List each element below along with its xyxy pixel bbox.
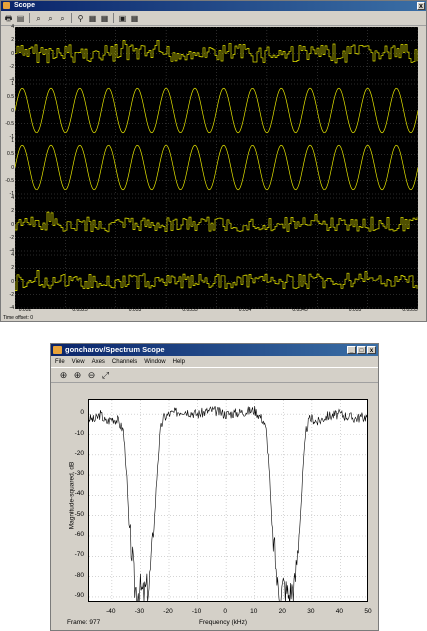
scope-titlebar: Scope x xyxy=(1,1,426,11)
spectrum-xtick-label: 20 xyxy=(278,608,286,615)
maximize-button[interactable]: □ xyxy=(357,346,366,354)
spectrum-title: goncharov/Spectrum Scope xyxy=(65,345,165,354)
spectrum-x-axis-label: Frequency (kHz) xyxy=(199,619,248,626)
scope-ytick-label: -0.5 xyxy=(5,177,14,184)
scope-xtick-label: 0.0545 xyxy=(292,307,308,313)
close-button[interactable]: x xyxy=(367,346,376,354)
toolbar-separator xyxy=(113,13,114,23)
scope-panel xyxy=(15,140,418,195)
zoom-y-icon[interactable]: ⊖ xyxy=(86,370,97,381)
scope-ytick-label: 0.5 xyxy=(7,151,14,158)
scope-ytick-label: 2 xyxy=(11,265,14,272)
scope-ytick-label: -4 xyxy=(9,305,14,311)
menu-channels[interactable]: Channels xyxy=(112,359,137,365)
scope-ytick-label: 0 xyxy=(11,221,14,228)
scope-panel xyxy=(15,83,418,138)
spectrum-xtick-label: 40 xyxy=(335,608,344,615)
menu-file[interactable]: File xyxy=(55,359,65,365)
print-icon[interactable]: 🖶 xyxy=(3,13,14,24)
scope-ytick-label: 4 xyxy=(11,252,14,258)
scope-ytick-label: -2 xyxy=(9,291,14,298)
full-view-icon[interactable]: ⤢ xyxy=(100,370,111,381)
scope-xtick-label: 0.052 xyxy=(18,307,32,313)
scope-plots xyxy=(15,27,418,309)
toolbar-separator xyxy=(29,13,30,23)
floating-scope-icon[interactable]: ▣ xyxy=(117,13,128,24)
spectrum-xtick-label: -40 xyxy=(106,608,116,615)
spectrum-plot xyxy=(88,399,368,602)
menu-help[interactable]: Help xyxy=(173,359,185,365)
time-offset: Time offset: 0 xyxy=(3,315,33,321)
zoom-y-icon[interactable]: ⌕ xyxy=(57,13,68,24)
time-offset-label: Time offset: xyxy=(3,315,29,321)
frame-counter: Frame: 977 xyxy=(67,619,101,626)
scope-panel xyxy=(15,27,418,81)
scope-toolbar: 🖶 ▤ ⌕ ⌕ ⌕ ⚲ ▦ ▦ ▣ ▦ xyxy=(1,11,426,26)
menu-axes[interactable]: Axes xyxy=(92,359,105,365)
scope-panel xyxy=(15,197,418,252)
scope-window: Scope x 🖶 ▤ ⌕ ⌕ ⌕ ⚲ ▦ ▦ ▣ ▦ 4 2 0 -2 -4 1 0.5 0… xyxy=(0,0,427,322)
save-axes-icon[interactable]: ▦ xyxy=(87,13,98,24)
scope-xtick-label: 0.0535 xyxy=(182,307,198,313)
scope-ytick-label: 4 xyxy=(11,24,14,30)
scope-xtick-label: 0.0555 xyxy=(402,307,418,313)
zoom-x-icon[interactable]: ⊕ xyxy=(72,370,83,381)
scope-ytick-label: 0.5 xyxy=(7,94,14,101)
zoom-x-icon[interactable]: ⌕ xyxy=(45,13,56,24)
restore-axes-icon[interactable]: ▦ xyxy=(99,13,110,24)
toolbar-separator xyxy=(71,13,72,23)
spectrum-ytick-label: -90 xyxy=(74,591,84,599)
signal-selection-icon[interactable]: ▦ xyxy=(129,13,140,24)
scope-title: Scope xyxy=(13,2,35,9)
scope-ytick-label: 0 xyxy=(11,278,14,285)
autoscale-icon[interactable]: ⚲ xyxy=(75,13,86,24)
spectrum-ytick-label: -80 xyxy=(74,571,84,579)
spectrum-toolbar: ⊕ ⊕ ⊖ ⤢ xyxy=(51,367,378,383)
scope-ytick-label: 1 xyxy=(11,81,14,87)
scope-ytick-label: 4 xyxy=(11,195,14,201)
scope-ytick-label: -0.5 xyxy=(5,120,14,127)
scope-ytick-label: -2 xyxy=(9,63,14,70)
scope-xtick-label: 0.053 xyxy=(128,307,142,313)
spectrum-ytick-label: 0 xyxy=(80,409,84,417)
scope-xtick-label: 0.054 xyxy=(238,307,252,313)
menu-window[interactable]: Window xyxy=(144,359,165,365)
spectrum-xtick-label: 30 xyxy=(307,608,315,615)
scope-xtick-label: 0.055 xyxy=(348,307,362,313)
time-offset-value: 0 xyxy=(30,315,34,321)
scope-ytick-label: 2 xyxy=(11,208,14,215)
zoom-icon[interactable]: ⌕ xyxy=(33,13,44,24)
spectrum-ytick-label: -10 xyxy=(74,429,84,437)
scope-panel xyxy=(15,254,418,309)
spectrum-trace xyxy=(89,405,367,601)
spectrum-xtick-label: -30 xyxy=(134,608,145,615)
spectrum-ytick-label: -70 xyxy=(74,551,84,559)
spectrum-xtick-label: 0 xyxy=(223,608,227,615)
spectrum-scope-window: goncharov/Spectrum Scope _ □ x File View… xyxy=(50,343,379,631)
spectrum-xtick-label: 50 xyxy=(364,608,372,615)
simulink-icon xyxy=(53,346,62,354)
scope-ytick-label: 1 xyxy=(11,138,14,144)
spectrum-y-axis-label: Magnitude-squared, dB xyxy=(68,461,76,530)
scope-ytick-label: 0 xyxy=(11,107,14,114)
menu-bar: File View Axes Channels Window Help xyxy=(51,356,378,367)
scope-ytick-label: 2 xyxy=(11,37,14,44)
parameters-icon[interactable]: ▤ xyxy=(15,13,26,24)
minimize-button[interactable]: _ xyxy=(347,346,356,354)
zoom-in-icon[interactable]: ⊕ xyxy=(58,370,69,381)
scope-ytick-label: 0 xyxy=(11,50,14,57)
scope-ytick-label: -2 xyxy=(9,234,14,241)
scope-ytick-label: 0 xyxy=(11,164,14,171)
spectrum-xtick-label: -10 xyxy=(191,608,202,615)
matlab-icon xyxy=(3,1,10,9)
spectrum-xtick-label: -20 xyxy=(163,608,173,615)
scope-close-button[interactable]: x xyxy=(417,2,425,10)
scope-xtick-label: 0.0525 xyxy=(72,307,88,313)
menu-view[interactable]: View xyxy=(72,359,85,365)
spectrum-xtick-label: 10 xyxy=(250,608,258,615)
spectrum-titlebar: goncharov/Spectrum Scope _ □ x xyxy=(51,344,378,356)
